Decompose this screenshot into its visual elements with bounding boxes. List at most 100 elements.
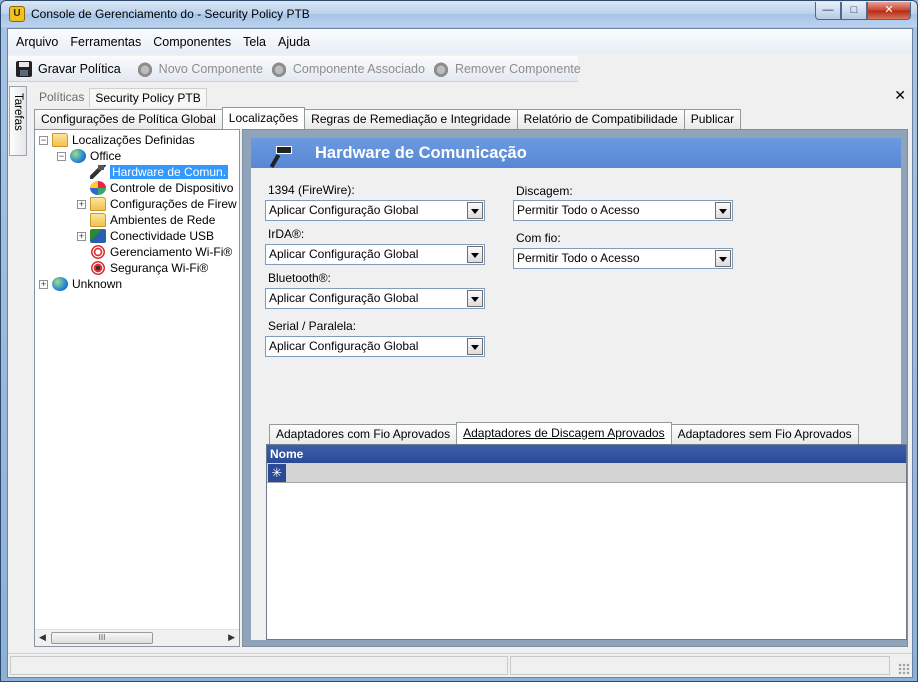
tree-node-usb-connectivity[interactable]: + Conectividade USB [77,228,214,244]
firewire-value: Aplicar Configuração Global [269,203,419,217]
new-component-button[interactable]: Novo Componente [133,58,267,80]
tab-global-policy-settings[interactable]: Configurações de Política Global [34,109,223,129]
tree-horizontal-scrollbar[interactable]: ◀ III ▶ [35,629,239,646]
tree-node-label: Unknown [72,277,123,291]
wired-value: Permitir Todo o Acesso [517,251,640,265]
tree-node-office[interactable]: − Office [57,148,121,164]
menu-arquivo[interactable]: Arquivo [10,35,64,49]
wifi-icon [90,245,106,259]
tasks-side-tab[interactable]: Tarefas [9,86,27,156]
menu-bar: Arquivo Ferramentas Componentes Tela Aju… [8,29,912,54]
folder-icon [90,213,106,227]
close-button[interactable]: ✕ [867,2,911,20]
associated-component-label: Componente Associado [292,61,425,76]
save-policy-button[interactable]: Gravar Política [12,58,125,80]
breadcrumb-current-policy[interactable]: Security Policy PTB [89,87,207,107]
tree-node-defined-locations[interactable]: − Localizações Definidas [39,132,195,148]
title-bar[interactable]: U Console de Gerenciamento do - Security… [1,1,917,27]
chevron-down-icon[interactable] [715,250,731,267]
collapse-icon[interactable]: − [39,135,48,145]
content-panel: Hardware de Comunicação 1394 (FireWire):… [242,129,908,647]
tree-node-label: Segurança Wi-Fi® [110,261,209,275]
adapter-tabs: Adaptadores com Fio Aprovados Adaptadore… [269,422,859,444]
locations-tree: − Localizações Definidas − Office Hardwa… [34,129,240,647]
scroll-right-icon[interactable]: ▶ [228,632,235,643]
device-control-icon [90,181,106,195]
tree-node-label: Ambientes de Rede [110,213,216,227]
communication-hardware-editor: Hardware de Comunicação 1394 (FireWire):… [251,138,907,640]
tree-node-device-control[interactable]: Controle de Dispositivo [90,180,233,196]
resize-grip-icon[interactable] [898,663,910,675]
tree-node-firewall-settings[interactable]: + Configurações de Firew [77,196,237,212]
maximize-button[interactable]: □ [841,2,867,20]
breadcrumb-policies[interactable]: Políticas [34,88,89,106]
serial-select[interactable]: Aplicar Configuração Global [265,336,485,357]
chevron-down-icon[interactable] [715,202,731,219]
expand-icon[interactable]: + [77,199,86,209]
serial-label: Serial / Paralela: [268,319,357,333]
menu-ferramentas[interactable]: Ferramentas [64,35,147,49]
expand-icon[interactable]: + [77,231,86,241]
tree-node-label: Localizações Definidas [72,133,195,147]
tree-node-label: Configurações de Firew [110,197,237,211]
tree-node-communication-hardware[interactable]: Hardware de Comun. [90,164,229,180]
close-document-icon[interactable]: ✕ [894,87,906,104]
associated-component-button[interactable]: Componente Associado [267,58,429,80]
cable-icon [90,165,106,179]
tab-dialup-adapters[interactable]: Adaptadores de Discagem Aprovados [456,422,672,444]
wired-label: Com fio: [516,231,561,245]
menu-componentes[interactable]: Componentes [147,35,237,49]
status-bar [8,653,912,677]
tasks-side-tab-label: Tarefas [12,93,24,131]
expand-icon[interactable]: + [39,279,48,289]
tree-node-label: Conectividade USB [110,229,215,243]
tab-publish[interactable]: Publicar [683,109,742,129]
tree-node-network-environments[interactable]: Ambientes de Rede [90,212,215,228]
chevron-down-icon[interactable] [467,202,483,219]
remove-component-label: Remover Componente [454,61,581,76]
chevron-down-icon[interactable] [467,246,483,263]
tab-compatibility-report[interactable]: Relatório de Compatibilidade [516,109,685,129]
new-row-asterisk-icon: ✳ [268,464,286,482]
dialup-select[interactable]: Permitir Todo o Acesso [513,200,733,221]
collapse-icon[interactable]: − [57,151,66,161]
tree-node-wifi-management[interactable]: Gerenciamento Wi-Fi® [90,244,232,260]
dialup-value: Permitir Todo o Acesso [517,203,640,217]
tree-node-wifi-security[interactable]: Segurança Wi-Fi® [90,260,208,276]
minimize-button[interactable]: — [815,2,841,20]
tree-node-label: Hardware de Comun. [110,165,229,179]
grid-column-name[interactable]: Nome [267,445,906,463]
menu-tela[interactable]: Tela [237,35,272,49]
component-icon [136,60,153,77]
status-panel-main [10,656,508,675]
bluetooth-label: Bluetooth®: [268,271,331,285]
grid-new-row[interactable]: ✳ [267,463,906,483]
irda-label: IrDA®: [268,227,305,241]
remove-component-button[interactable]: Remover Componente [429,58,585,80]
bluetooth-select[interactable]: Aplicar Configuração Global [265,288,485,309]
wifi-security-icon [90,261,106,275]
firewire-select[interactable]: Aplicar Configuração Global [265,200,485,221]
chevron-down-icon[interactable] [467,338,483,355]
shield-icon: U [9,6,25,22]
tab-remediation-rules[interactable]: Regras de Remediação e Integridade [304,109,518,129]
tab-wireless-adapters[interactable]: Adaptadores sem Fio Aprovados [670,424,859,444]
irda-select[interactable]: Aplicar Configuração Global [265,244,485,265]
status-panel-secondary [510,656,890,675]
scrollbar-thumb[interactable]: III [51,632,153,644]
tab-locations[interactable]: Localizações [221,107,306,129]
tab-wired-adapters[interactable]: Adaptadores com Fio Aprovados [269,424,458,444]
floppy-disk-icon [16,60,32,77]
panel-header: Hardware de Comunicação [251,138,901,168]
tree-node-label: Gerenciamento Wi-Fi® [110,245,233,259]
globe-icon [52,277,68,291]
chevron-down-icon[interactable] [467,290,483,307]
menu-ajuda[interactable]: Ajuda [272,35,316,49]
scrollbar-grip: III [98,633,106,642]
wired-select[interactable]: Permitir Todo o Acesso [513,248,733,269]
policy-tabs: Configurações de Política Global Localiz… [34,107,742,129]
tree-node-unknown[interactable]: + Unknown [39,276,122,292]
folder-open-icon [52,133,68,147]
scroll-left-icon[interactable]: ◀ [39,632,46,643]
component-icon [432,60,449,77]
